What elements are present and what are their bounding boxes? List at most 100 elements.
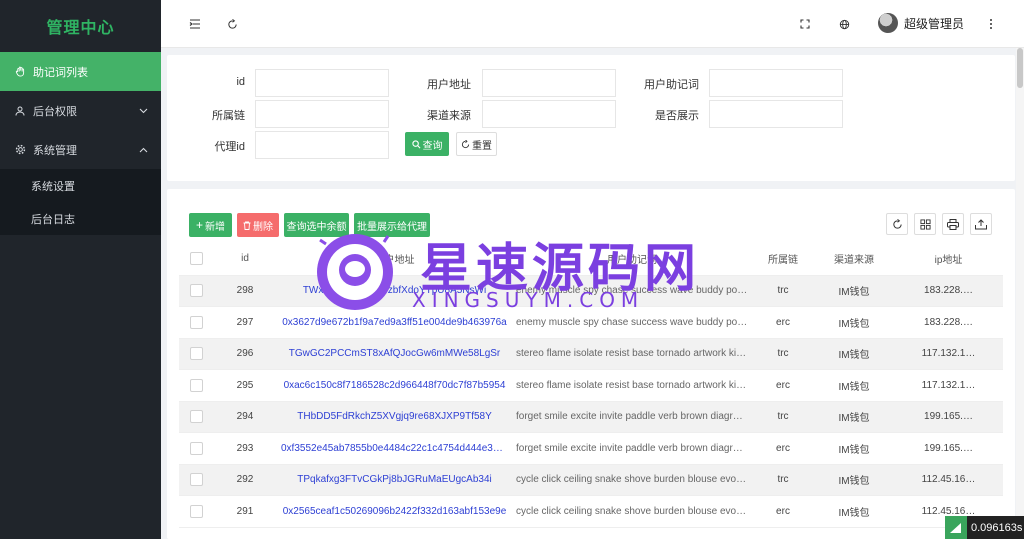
cell-channel: IM钱包 xyxy=(814,369,894,402)
cell-channel: IM钱包 xyxy=(814,401,894,433)
row-checkbox[interactable] xyxy=(179,432,213,465)
cell-chain: erc xyxy=(752,495,814,528)
cell-id: 297 xyxy=(213,306,277,339)
cell-ip: 183.228.… xyxy=(894,306,1003,339)
add-button[interactable]: + 新增 xyxy=(189,213,232,237)
batch-show-agent-button[interactable]: 批量展示给代理 xyxy=(354,213,430,237)
query-selected-balance-button[interactable]: 查询选中余额 xyxy=(284,213,349,237)
export-icon[interactable] xyxy=(970,213,992,235)
field-label-is-shown: 是否展示 xyxy=(655,110,699,122)
cell-chain: trc xyxy=(752,275,814,307)
search-icon xyxy=(411,139,420,148)
cell-mnemonic: enemy muscle spy chase success wave budd… xyxy=(512,275,752,307)
cell-channel: IM钱包 xyxy=(814,338,894,370)
sidebar-item-admin-log[interactable]: 后台日志 xyxy=(0,202,161,235)
cell-channel: IM钱包 xyxy=(814,275,894,307)
column-header-chain[interactable]: 所属链 xyxy=(752,243,814,276)
data-table-panel: + 新增 删除 查询选中余额 批量展示给代理 id 用户地址 用户助记词 所属链… xyxy=(167,189,1015,539)
cell-ip: 199.165.… xyxy=(894,432,1003,465)
user-menu[interactable]: 超级管理员 xyxy=(878,13,964,33)
cell-address[interactable]: 0x3627d9e672b1f9a7ed9a3ff51e004de9b46397… xyxy=(277,306,512,339)
cell-address[interactable]: 0xac6c150c8f7186528c2d966448f70dc7f87b59… xyxy=(277,369,512,402)
cell-id: 292 xyxy=(213,464,277,496)
sidebar-item-admin-permissions[interactable]: 后台权限 xyxy=(0,91,161,130)
cell-ip: 117.132.1… xyxy=(894,338,1003,370)
columns-icon[interactable] xyxy=(914,213,936,235)
sidebar-item-label: 系统管理 xyxy=(33,144,77,157)
table-row[interactable]: 292 TPqkafxg3FTvCGkPj8bJGRuMaEUgcAb34i cyc… xyxy=(179,464,1003,496)
row-checkbox[interactable] xyxy=(179,464,213,496)
user-icon xyxy=(14,105,26,117)
cell-address[interactable]: 0x2565ceaf1c50269096b2422f332d163abf153e… xyxy=(277,495,512,528)
query-button[interactable]: 查询 xyxy=(405,132,449,156)
cell-id: 294 xyxy=(213,401,277,433)
cell-mnemonic: forget smile excite invite paddle verb b… xyxy=(512,401,752,433)
agent-id-input[interactable] xyxy=(255,131,389,159)
row-checkbox[interactable] xyxy=(179,369,213,402)
row-checkbox[interactable] xyxy=(179,306,213,339)
cell-ip: 183.228.… xyxy=(894,275,1003,307)
sidebar-item-label: 系统设置 xyxy=(31,180,75,193)
row-checkbox[interactable] xyxy=(179,338,213,370)
refresh-icon[interactable] xyxy=(224,16,240,32)
cell-mnemonic: stereo flame isolate resist base tornado… xyxy=(512,338,752,370)
table-row[interactable]: 296 TGwGC2PCCmST8xAfQJocGw6mMWe58LgSr ster… xyxy=(179,338,1003,370)
sidebar-item-label: 后台权限 xyxy=(33,105,77,118)
channel-input[interactable] xyxy=(482,100,616,128)
avatar xyxy=(878,13,898,33)
column-header-id[interactable]: id xyxy=(213,243,277,276)
user-address-input[interactable] xyxy=(482,69,616,97)
table-row[interactable]: 291 0x2565ceaf1c50269096b2422f332d163abf1… xyxy=(179,495,1003,528)
user-name: 超级管理员 xyxy=(904,16,965,31)
field-label-user-address: 用户地址 xyxy=(427,79,471,91)
cell-id: 293 xyxy=(213,432,277,465)
table-row[interactable]: 298 TWxxxxxxxxxxZEPzbfXdoYTpU8A5NsWi enemy… xyxy=(179,275,1003,307)
sidebar-item-system-management[interactable]: 系统管理 xyxy=(0,130,161,169)
cell-address[interactable]: THbDD5FdRkchZ5XVgjq9re68XJXP9Tf58Y xyxy=(277,401,512,433)
cell-mnemonic: enemy muscle spy chase success wave budd… xyxy=(512,306,752,339)
more-vertical-icon[interactable] xyxy=(983,16,999,32)
page-scrollbar[interactable] xyxy=(1016,48,1024,539)
column-header-channel[interactable]: 渠道来源 xyxy=(814,243,894,276)
fullscreen-icon[interactable] xyxy=(797,16,813,32)
cell-chain: erc xyxy=(752,432,814,465)
mnemonic-table: id 用户地址 用户助记词 所属链 渠道来源 ip地址 298 TWxxxxxxx… xyxy=(179,243,1003,528)
sidebar-item-mnemonic-list[interactable]: 助记词列表 xyxy=(0,52,161,91)
row-checkbox[interactable] xyxy=(179,495,213,528)
table-row[interactable]: 297 0x3627d9e672b1f9a7ed9a3ff51e004de9b46… xyxy=(179,306,1003,339)
refresh-table-icon[interactable] xyxy=(886,213,908,235)
cell-address[interactable]: 0xf3552e45ab7855b0e4484c22c1c4754d444e3e… xyxy=(277,432,512,465)
cell-address[interactable]: TWxxxxxxxxxxZEPzbfXdoYTpU8A5NsWi xyxy=(277,275,512,307)
cell-address[interactable]: TPqkafxg3FTvCGkPj8bJGRuMaEUgcAb34i xyxy=(277,464,512,496)
row-checkbox[interactable] xyxy=(179,275,213,307)
mnemonic-input[interactable] xyxy=(709,69,843,97)
delete-button[interactable]: 删除 xyxy=(237,213,279,237)
select-all-checkbox[interactable] xyxy=(179,243,213,276)
cell-id: 296 xyxy=(213,338,277,370)
column-header-address[interactable]: 用户地址 xyxy=(277,243,512,276)
is-shown-input[interactable] xyxy=(709,100,843,128)
timer-icon xyxy=(945,516,967,539)
collapse-sidebar-icon[interactable] xyxy=(187,16,203,32)
reset-button[interactable]: 重置 xyxy=(456,132,497,156)
chain-input[interactable] xyxy=(255,100,389,128)
column-header-mnemonic[interactable]: 用户助记词 xyxy=(512,243,752,276)
cell-address[interactable]: TGwGC2PCCmST8xAfQJocGw6mMWe58LgSr xyxy=(277,338,512,370)
id-input[interactable] xyxy=(255,69,389,97)
field-label-agent-id: 代理id xyxy=(214,141,245,153)
debug-timer-badge[interactable]: 0.096163s xyxy=(945,516,1024,539)
table-row[interactable]: 294 THbDD5FdRkchZ5XVgjq9re68XJXP9Tf58Y for… xyxy=(179,401,1003,433)
column-header-ip[interactable]: ip地址 xyxy=(894,243,1003,276)
table-row[interactable]: 295 0xac6c150c8f7186528c2d966448f70dc7f87… xyxy=(179,369,1003,402)
plus-icon: + xyxy=(195,218,203,232)
sidebar-item-system-settings[interactable]: 系统设置 xyxy=(0,169,161,202)
sidebar-item-label: 助记词列表 xyxy=(33,66,88,79)
chevron-down-icon xyxy=(139,105,148,117)
field-label-id: id xyxy=(236,76,245,88)
cell-mnemonic: cycle click ceiling snake shove burden b… xyxy=(512,464,752,496)
print-icon[interactable] xyxy=(942,213,964,235)
scrollbar-thumb[interactable] xyxy=(1017,48,1023,88)
row-checkbox[interactable] xyxy=(179,401,213,433)
table-row[interactable]: 293 0xf3552e45ab7855b0e4484c22c1c4754d444… xyxy=(179,432,1003,465)
globe-icon[interactable] xyxy=(836,16,852,32)
